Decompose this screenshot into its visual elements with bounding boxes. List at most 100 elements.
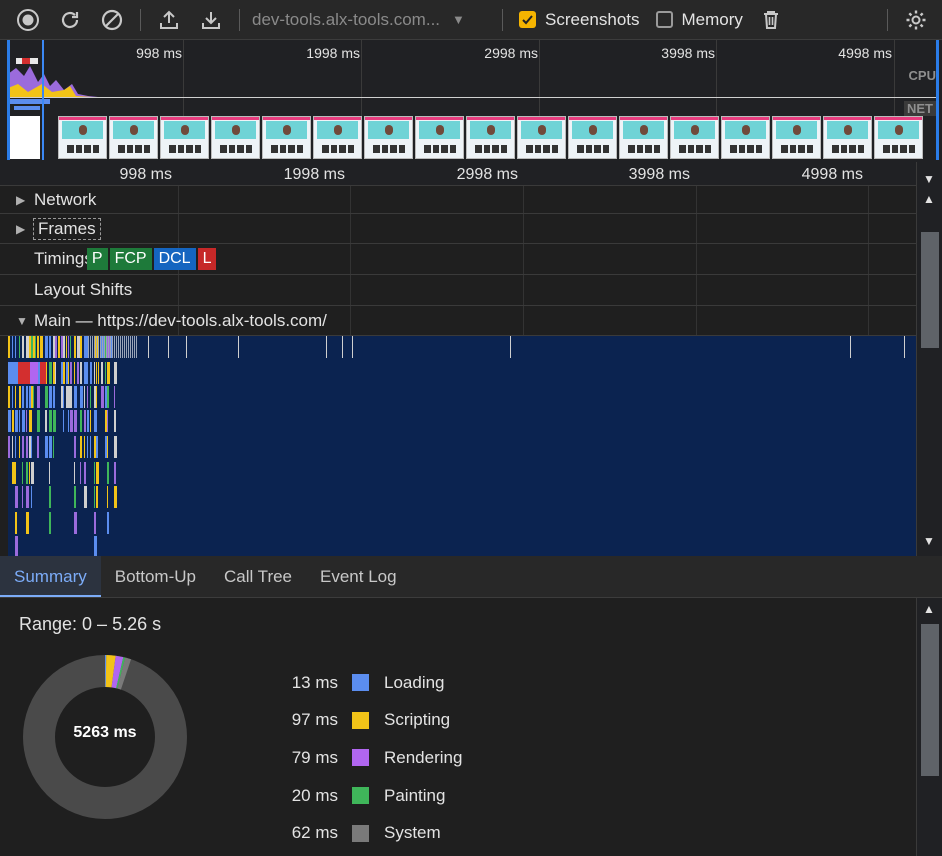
flame-block[interactable] — [84, 436, 85, 458]
task-marker[interactable] — [98, 336, 99, 358]
flame-block[interactable] — [74, 336, 76, 358]
task-marker[interactable] — [102, 336, 103, 358]
flame-block[interactable] — [70, 386, 72, 408]
track-main[interactable]: ▼ Main — https://dev-tools.alx-tools.com… — [0, 306, 916, 336]
flame-block[interactable] — [94, 462, 95, 484]
flame-block[interactable] — [87, 436, 88, 458]
flame-block[interactable] — [8, 436, 10, 458]
screenshot-thumbnail[interactable] — [568, 116, 617, 159]
flame-block[interactable] — [87, 386, 88, 408]
flame-block[interactable] — [87, 362, 88, 384]
flame-block[interactable] — [8, 336, 10, 358]
task-marker[interactable] — [238, 336, 239, 358]
flame-block[interactable] — [96, 436, 98, 458]
task-marker[interactable] — [122, 336, 123, 358]
flame-block[interactable] — [15, 512, 17, 534]
screenshot-thumbnail[interactable] — [109, 116, 158, 159]
flame-block[interactable] — [70, 336, 71, 358]
flame-block[interactable] — [107, 386, 109, 408]
task-marker[interactable] — [92, 336, 93, 358]
flame-block[interactable] — [45, 336, 48, 358]
flame-block[interactable] — [8, 410, 11, 432]
screenshot-thumbnail[interactable] — [313, 116, 362, 159]
tab-event-log[interactable]: Event Log — [306, 556, 411, 597]
expand-arrow-icon[interactable]: ▶ — [16, 193, 32, 207]
flame-block[interactable] — [42, 336, 43, 358]
flame-block[interactable] — [49, 410, 52, 432]
screenshot-thumbnail[interactable] — [874, 116, 923, 159]
task-marker[interactable] — [168, 336, 169, 358]
flame-block[interactable] — [96, 462, 99, 484]
flame-block[interactable] — [80, 462, 81, 484]
flame-block[interactable] — [114, 386, 115, 408]
tab-bottom-up[interactable]: Bottom-Up — [101, 556, 210, 597]
flame-block[interactable] — [107, 410, 108, 432]
flame-block[interactable] — [66, 336, 67, 358]
screenshot-thumbnail[interactable] — [772, 116, 821, 159]
flame-block[interactable] — [114, 362, 117, 384]
task-marker[interactable] — [124, 336, 125, 358]
task-marker[interactable] — [352, 336, 353, 358]
screenshot-thumbnail[interactable] — [364, 116, 413, 159]
flame-block[interactable] — [101, 362, 103, 384]
flame-block[interactable] — [19, 386, 21, 408]
task-marker[interactable] — [100, 336, 101, 358]
screenshot-thumbnail[interactable] — [466, 116, 515, 159]
timing-marker[interactable]: FCP — [109, 248, 152, 270]
flame-block[interactable] — [15, 336, 16, 358]
flame-block[interactable] — [49, 512, 51, 534]
timeline-overview[interactable]: 998 ms 1998 ms 2998 ms 3998 ms 4998 ms C… — [0, 40, 942, 162]
flame-block[interactable] — [31, 436, 32, 458]
task-marker[interactable] — [112, 336, 113, 358]
selection-handle-right[interactable] — [936, 40, 939, 160]
track-timings[interactable]: Timings P FCP DCL L — [0, 244, 916, 275]
memory-checkbox[interactable]: Memory — [655, 10, 743, 30]
record-button[interactable] — [14, 6, 42, 34]
task-marker[interactable] — [118, 336, 119, 358]
task-marker[interactable] — [148, 336, 149, 358]
flame-block[interactable] — [96, 486, 98, 508]
flame-block[interactable] — [19, 336, 20, 358]
screenshot-thumbnail[interactable] — [262, 116, 311, 159]
timing-marker[interactable]: P — [86, 248, 108, 270]
task-marker[interactable] — [326, 336, 327, 358]
screenshot-thumbnail[interactable] — [58, 116, 107, 159]
summary-scrollbar[interactable]: ▲ — [916, 598, 942, 856]
flame-block[interactable] — [58, 336, 60, 358]
flame-block[interactable] — [15, 436, 16, 458]
flame-block[interactable] — [31, 410, 32, 432]
tab-call-tree[interactable]: Call Tree — [210, 556, 306, 597]
flame-block[interactable] — [49, 436, 52, 458]
flame-block[interactable] — [74, 436, 76, 458]
flame-block[interactable] — [74, 462, 75, 484]
flame-block[interactable] — [53, 410, 56, 432]
flame-block[interactable] — [84, 410, 86, 432]
flame-block[interactable] — [107, 512, 109, 534]
track-layout-shifts[interactable]: Layout Shifts — [0, 275, 916, 306]
flame-block[interactable] — [19, 410, 20, 432]
flame-block[interactable] — [37, 436, 39, 458]
task-marker[interactable] — [120, 336, 121, 358]
flame-block[interactable] — [98, 362, 99, 384]
timing-marker[interactable]: DCL — [153, 248, 196, 270]
selection-handle-left[interactable] — [7, 40, 10, 160]
settings-button[interactable] — [902, 6, 930, 34]
reload-record-button[interactable] — [56, 6, 84, 34]
flame-block[interactable] — [84, 386, 85, 408]
flame-block[interactable] — [26, 462, 28, 484]
flame-block[interactable] — [63, 410, 64, 432]
task-marker[interactable] — [94, 336, 95, 358]
garbage-collect-button[interactable] — [757, 6, 785, 34]
main-thread-flame[interactable] — [8, 336, 916, 556]
task-marker[interactable] — [342, 336, 343, 358]
flame-block[interactable] — [94, 486, 95, 508]
flame-block[interactable] — [55, 336, 57, 358]
screenshot-thumbnail[interactable] — [721, 116, 770, 159]
flame-block[interactable] — [37, 336, 39, 358]
flame-block[interactable] — [45, 410, 47, 432]
flame-block[interactable] — [53, 436, 54, 458]
flame-block[interactable] — [49, 386, 52, 408]
flame-chart[interactable]: 998 ms 1998 ms 2998 ms 3998 ms 4998 ms ▶… — [0, 162, 916, 556]
flame-block[interactable] — [68, 336, 69, 358]
scroll-up-icon[interactable]: ▲ — [923, 602, 935, 616]
